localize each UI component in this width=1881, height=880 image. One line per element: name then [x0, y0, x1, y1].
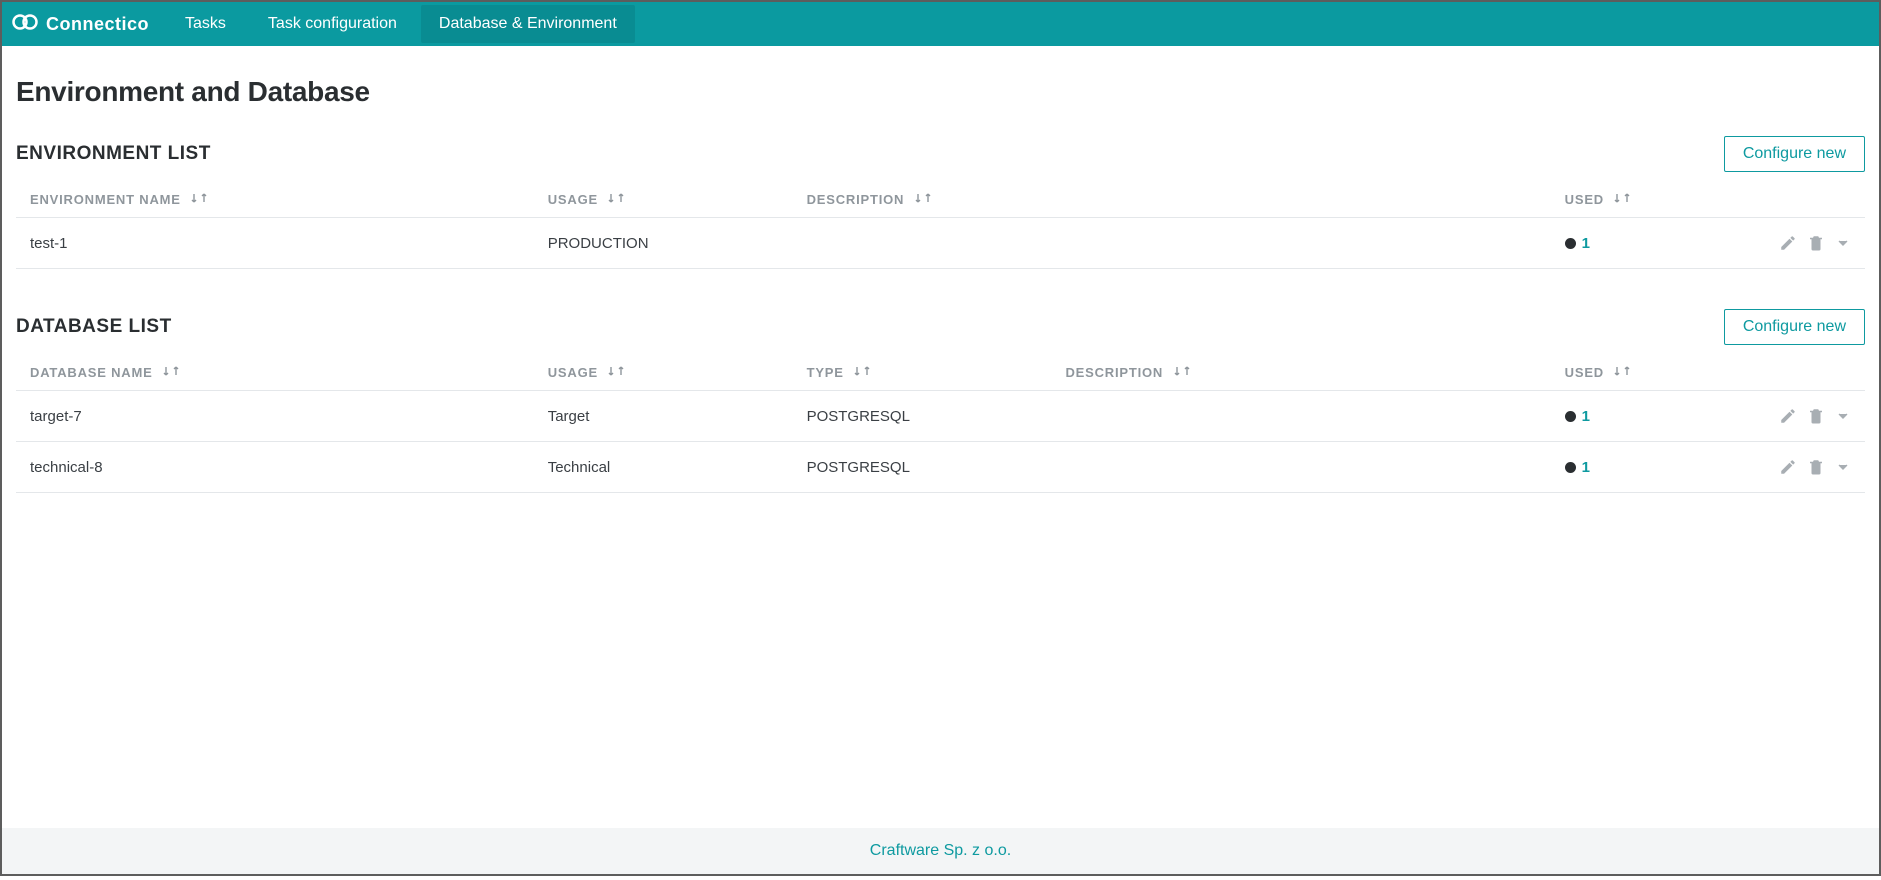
trash-icon[interactable] — [1807, 234, 1825, 252]
brand-name: Connectico — [46, 14, 149, 35]
sort-icon — [608, 365, 628, 377]
table-row: technical-8 Technical POSTGRESQL 1 — [16, 442, 1865, 493]
db-name-cell: technical-8 — [16, 442, 534, 493]
chevron-down-icon[interactable] — [1835, 459, 1851, 475]
used-dot-icon — [1565, 411, 1576, 422]
env-name-cell: test-1 — [16, 218, 534, 269]
footer-link[interactable]: Craftware Sp. z o.o. — [870, 842, 1011, 859]
page-title: Environment and Database — [16, 76, 1865, 108]
sort-icon — [915, 192, 935, 204]
db-type-cell: POSTGRESQL — [793, 391, 1052, 442]
db-col-description[interactable]: DESCRIPTION — [1051, 353, 1550, 391]
db-used-cell: 1 — [1551, 442, 1717, 493]
sort-icon — [1174, 365, 1194, 377]
trash-icon[interactable] — [1807, 458, 1825, 476]
used-dot-icon — [1565, 462, 1576, 473]
env-col-usage[interactable]: USAGE — [534, 180, 793, 218]
sort-icon — [1614, 192, 1634, 204]
sort-icon — [608, 192, 628, 204]
env-configure-new-button[interactable]: Configure new — [1724, 136, 1865, 172]
chevron-down-icon[interactable] — [1835, 408, 1851, 424]
connectico-icon — [12, 11, 40, 38]
env-col-name[interactable]: ENVIRONMENT NAME — [16, 180, 534, 218]
db-description-cell — [1051, 391, 1550, 442]
footer: Craftware Sp. z o.o. — [2, 828, 1879, 874]
top-nav: Connectico Tasks Task configuration Data… — [2, 2, 1879, 46]
environment-table: ENVIRONMENT NAME USAGE — [16, 180, 1865, 269]
env-section-header: ENVIRONMENT LIST Configure new — [16, 136, 1865, 172]
sort-icon — [1614, 365, 1634, 377]
table-row: test-1 PRODUCTION 1 — [16, 218, 1865, 269]
env-section-title: ENVIRONMENT LIST — [16, 143, 211, 165]
db-col-used[interactable]: USED — [1551, 353, 1717, 391]
edit-icon[interactable] — [1779, 407, 1797, 425]
used-count: 1 — [1582, 459, 1590, 476]
database-table: DATABASE NAME USAGE — [16, 353, 1865, 493]
trash-icon[interactable] — [1807, 407, 1825, 425]
sort-icon — [163, 365, 183, 377]
used-count: 1 — [1582, 408, 1590, 425]
sort-icon — [191, 192, 211, 204]
used-count: 1 — [1582, 235, 1590, 252]
env-description-cell — [793, 218, 1551, 269]
db-used-cell: 1 — [1551, 391, 1717, 442]
sort-icon — [854, 365, 874, 377]
env-col-description[interactable]: DESCRIPTION — [793, 180, 1551, 218]
edit-icon[interactable] — [1779, 458, 1797, 476]
db-section-title: DATABASE LIST — [16, 316, 172, 338]
db-section-header: DATABASE LIST Configure new — [16, 309, 1865, 345]
db-usage-cell: Technical — [534, 442, 793, 493]
db-usage-cell: Target — [534, 391, 793, 442]
page-content: Environment and Database ENVIRONMENT LIS… — [2, 46, 1879, 828]
db-description-cell — [1051, 442, 1550, 493]
env-col-used[interactable]: USED — [1551, 180, 1717, 218]
edit-icon[interactable] — [1779, 234, 1797, 252]
used-dot-icon — [1565, 238, 1576, 249]
db-col-usage[interactable]: USAGE — [534, 353, 793, 391]
db-configure-new-button[interactable]: Configure new — [1724, 309, 1865, 345]
chevron-down-icon[interactable] — [1835, 235, 1851, 251]
nav-task-configuration[interactable]: Task configuration — [250, 5, 415, 43]
db-type-cell: POSTGRESQL — [793, 442, 1052, 493]
table-row: target-7 Target POSTGRESQL 1 — [16, 391, 1865, 442]
db-col-name[interactable]: DATABASE NAME — [16, 353, 534, 391]
env-used-cell: 1 — [1551, 218, 1717, 269]
brand-logo: Connectico — [12, 11, 161, 38]
nav-tasks[interactable]: Tasks — [167, 5, 244, 43]
nav-database-environment[interactable]: Database & Environment — [421, 5, 635, 43]
env-usage-cell: PRODUCTION — [534, 218, 793, 269]
db-col-type[interactable]: TYPE — [793, 353, 1052, 391]
db-name-cell: target-7 — [16, 391, 534, 442]
